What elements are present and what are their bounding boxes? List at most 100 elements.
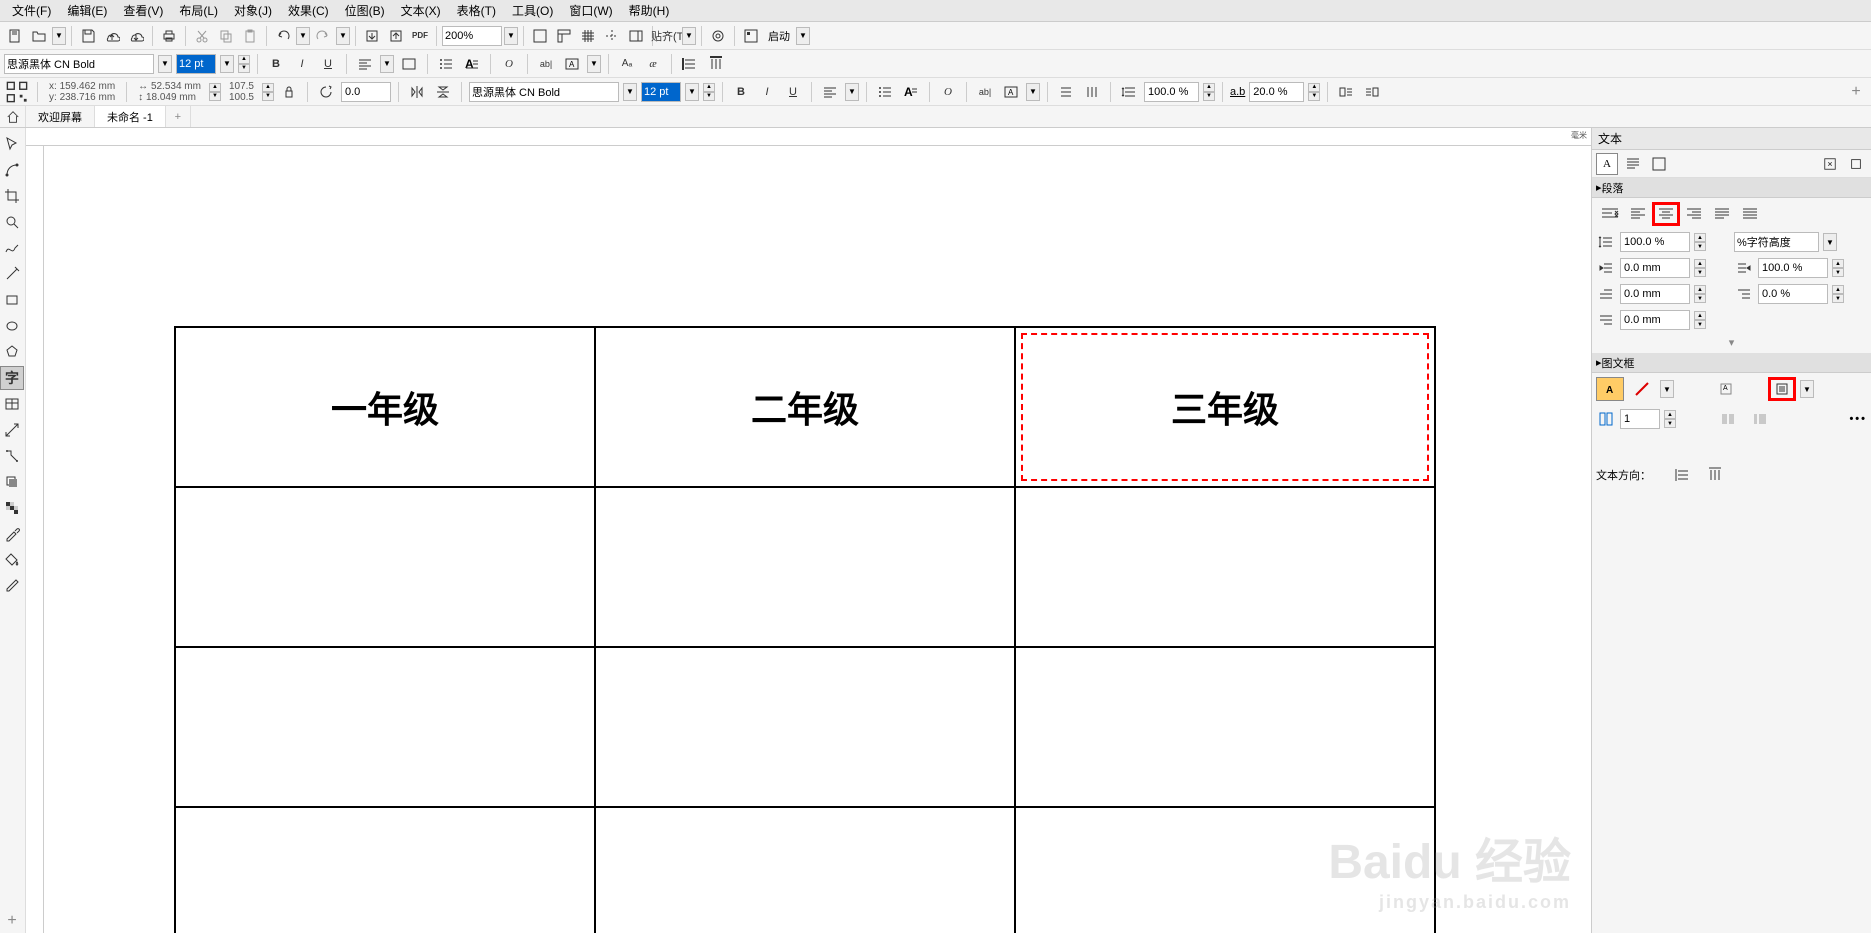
menu-view[interactable]: 查看(V) bbox=[115, 2, 171, 19]
indent-right-input[interactable] bbox=[1758, 258, 1828, 278]
table-cell[interactable] bbox=[175, 807, 595, 933]
bold-button[interactable]: B bbox=[265, 53, 287, 75]
prop-align-button[interactable] bbox=[819, 81, 841, 103]
launch-dropdown[interactable]: ▼ bbox=[796, 27, 810, 45]
prop-font-combo[interactable]: 思源黑体 CN Bold bbox=[469, 82, 619, 102]
prop-size-combo[interactable]: 12 pt bbox=[641, 82, 681, 102]
options-button[interactable] bbox=[707, 25, 729, 47]
indent-last-input[interactable] bbox=[1620, 310, 1690, 330]
open-dropdown[interactable]: ▼ bbox=[52, 27, 66, 45]
table-cell-r1c3-selected[interactable]: 三年级 bbox=[1015, 327, 1435, 487]
wrap-left-button[interactable] bbox=[1335, 81, 1357, 103]
table-cell[interactable] bbox=[1015, 647, 1435, 807]
text-dir-horizontal-button[interactable] bbox=[1669, 463, 1697, 487]
align-left-button[interactable] bbox=[1624, 202, 1652, 226]
horizontal-ruler[interactable]: 毫米 bbox=[26, 128, 1591, 146]
undo-button[interactable] bbox=[272, 25, 294, 47]
fill-tool[interactable] bbox=[0, 548, 24, 572]
align-none-button[interactable] bbox=[1596, 202, 1624, 226]
new-doc-button[interactable] bbox=[4, 25, 26, 47]
align-full-justify-button[interactable] bbox=[1736, 202, 1764, 226]
grid-button[interactable] bbox=[577, 25, 599, 47]
line-spacing-input[interactable] bbox=[1620, 232, 1690, 252]
menu-edit[interactable]: 编辑(E) bbox=[59, 2, 115, 19]
table-cell[interactable] bbox=[595, 487, 1015, 647]
add-button[interactable]: + bbox=[1845, 81, 1867, 103]
line-spacing-icon[interactable] bbox=[1118, 81, 1140, 103]
app-launcher-icon[interactable] bbox=[740, 25, 762, 47]
redo-dropdown[interactable]: ▼ bbox=[336, 27, 350, 45]
outline-tool[interactable] bbox=[0, 574, 24, 598]
prop-text-frame-dropdown[interactable]: ▼ bbox=[1026, 83, 1040, 101]
tab-frame[interactable] bbox=[1648, 153, 1670, 175]
prop-bullet-button[interactable] bbox=[874, 81, 896, 103]
indent-right-spinner[interactable]: ▲▼ bbox=[1832, 259, 1844, 277]
text-horizontal-button[interactable] bbox=[679, 53, 701, 75]
table[interactable]: 一年级 二年级 三年级 bbox=[174, 326, 1436, 933]
vertical-align-center-button[interactable] bbox=[1768, 377, 1796, 401]
table-cell-r1c2[interactable]: 二年级 bbox=[595, 327, 1015, 487]
undo-dropdown[interactable]: ▼ bbox=[296, 27, 310, 45]
font-family-dropdown[interactable]: ▼ bbox=[158, 55, 172, 73]
indent-left-spinner[interactable]: ▲▼ bbox=[1694, 259, 1706, 277]
wrap-right-button[interactable] bbox=[1361, 81, 1383, 103]
columns-spinner[interactable]: ▲▼ bbox=[1664, 410, 1676, 428]
rotate-icon[interactable] bbox=[315, 81, 337, 103]
table-cell[interactable] bbox=[1015, 807, 1435, 933]
quick-customize-button[interactable]: + bbox=[0, 909, 24, 933]
table-cell[interactable] bbox=[595, 647, 1015, 807]
indent-first-spinner[interactable]: ▲▼ bbox=[1694, 285, 1706, 303]
indent-first-input[interactable] bbox=[1620, 284, 1690, 304]
prop-dropcap-button[interactable]: A bbox=[900, 81, 922, 103]
prop-underline-button[interactable]: U bbox=[782, 81, 804, 103]
pdf-button[interactable]: PDF bbox=[409, 25, 431, 47]
line-spacing-unit-combo[interactable]: %字符高度 bbox=[1734, 232, 1819, 252]
col-equal-button[interactable] bbox=[1714, 407, 1742, 431]
table-cell[interactable] bbox=[175, 487, 595, 647]
freehand-tool[interactable] bbox=[0, 236, 24, 260]
tab-paragraph[interactable] bbox=[1622, 153, 1644, 175]
polygon-tool[interactable] bbox=[0, 340, 24, 364]
menu-tools[interactable]: 工具(O) bbox=[504, 2, 561, 19]
connector-tool[interactable] bbox=[0, 444, 24, 468]
table-cell[interactable] bbox=[595, 807, 1015, 933]
char-format-button[interactable]: O bbox=[498, 53, 520, 75]
align-text-button[interactable] bbox=[354, 53, 376, 75]
prop-size-dropdown[interactable]: ▼ bbox=[685, 83, 699, 101]
pick-tool[interactable] bbox=[0, 132, 24, 156]
prop-text-frame-button[interactable]: A bbox=[1000, 81, 1022, 103]
doc-tab[interactable]: 未命名 -1 bbox=[95, 106, 166, 127]
rectangle-tool[interactable] bbox=[0, 288, 24, 312]
interactive-fill-icon[interactable] bbox=[398, 53, 420, 75]
columns-input[interactable] bbox=[1620, 409, 1660, 429]
more-options-button[interactable]: ••• bbox=[1849, 413, 1867, 425]
launch-label[interactable]: 启动 bbox=[764, 28, 794, 44]
indent-hang-spinner[interactable]: ▲▼ bbox=[1832, 285, 1844, 303]
text-dir-vertical-button[interactable] bbox=[1701, 463, 1729, 487]
caps-button[interactable]: Aₐ bbox=[616, 53, 638, 75]
align-right-button[interactable] bbox=[1680, 202, 1708, 226]
fullscreen-button[interactable] bbox=[529, 25, 551, 47]
prop-edit-text-button[interactable]: ab| bbox=[974, 81, 996, 103]
align-center-button[interactable] bbox=[1652, 202, 1680, 226]
vertical-align-dropdown[interactable]: ▼ bbox=[1800, 380, 1814, 398]
mirror-h-button[interactable] bbox=[406, 81, 428, 103]
frame-section-header[interactable]: ▸ 图文框 bbox=[1592, 353, 1871, 373]
kern-spinner[interactable]: ▲▼ bbox=[1308, 83, 1320, 101]
guides-button[interactable] bbox=[601, 25, 623, 47]
table-tool[interactable] bbox=[0, 392, 24, 416]
menu-file[interactable]: 文件(F) bbox=[4, 2, 59, 19]
new-tab-button[interactable]: + bbox=[166, 106, 191, 127]
align-justify-button[interactable] bbox=[1708, 202, 1736, 226]
font-family-combo[interactable]: 思源黑体 CN Bold bbox=[4, 54, 154, 74]
menu-table[interactable]: 表格(T) bbox=[449, 2, 504, 19]
table-cell-r1c1[interactable]: 一年级 bbox=[175, 327, 595, 487]
crop-tool[interactable] bbox=[0, 184, 24, 208]
ellipse-tool[interactable] bbox=[0, 314, 24, 338]
artistic-media-tool[interactable] bbox=[0, 262, 24, 286]
eyedropper-tool[interactable] bbox=[0, 522, 24, 546]
home-tab[interactable] bbox=[0, 106, 26, 127]
open-button[interactable] bbox=[28, 25, 50, 47]
frame-none-button[interactable] bbox=[1628, 377, 1656, 401]
table-cell[interactable] bbox=[175, 647, 595, 807]
